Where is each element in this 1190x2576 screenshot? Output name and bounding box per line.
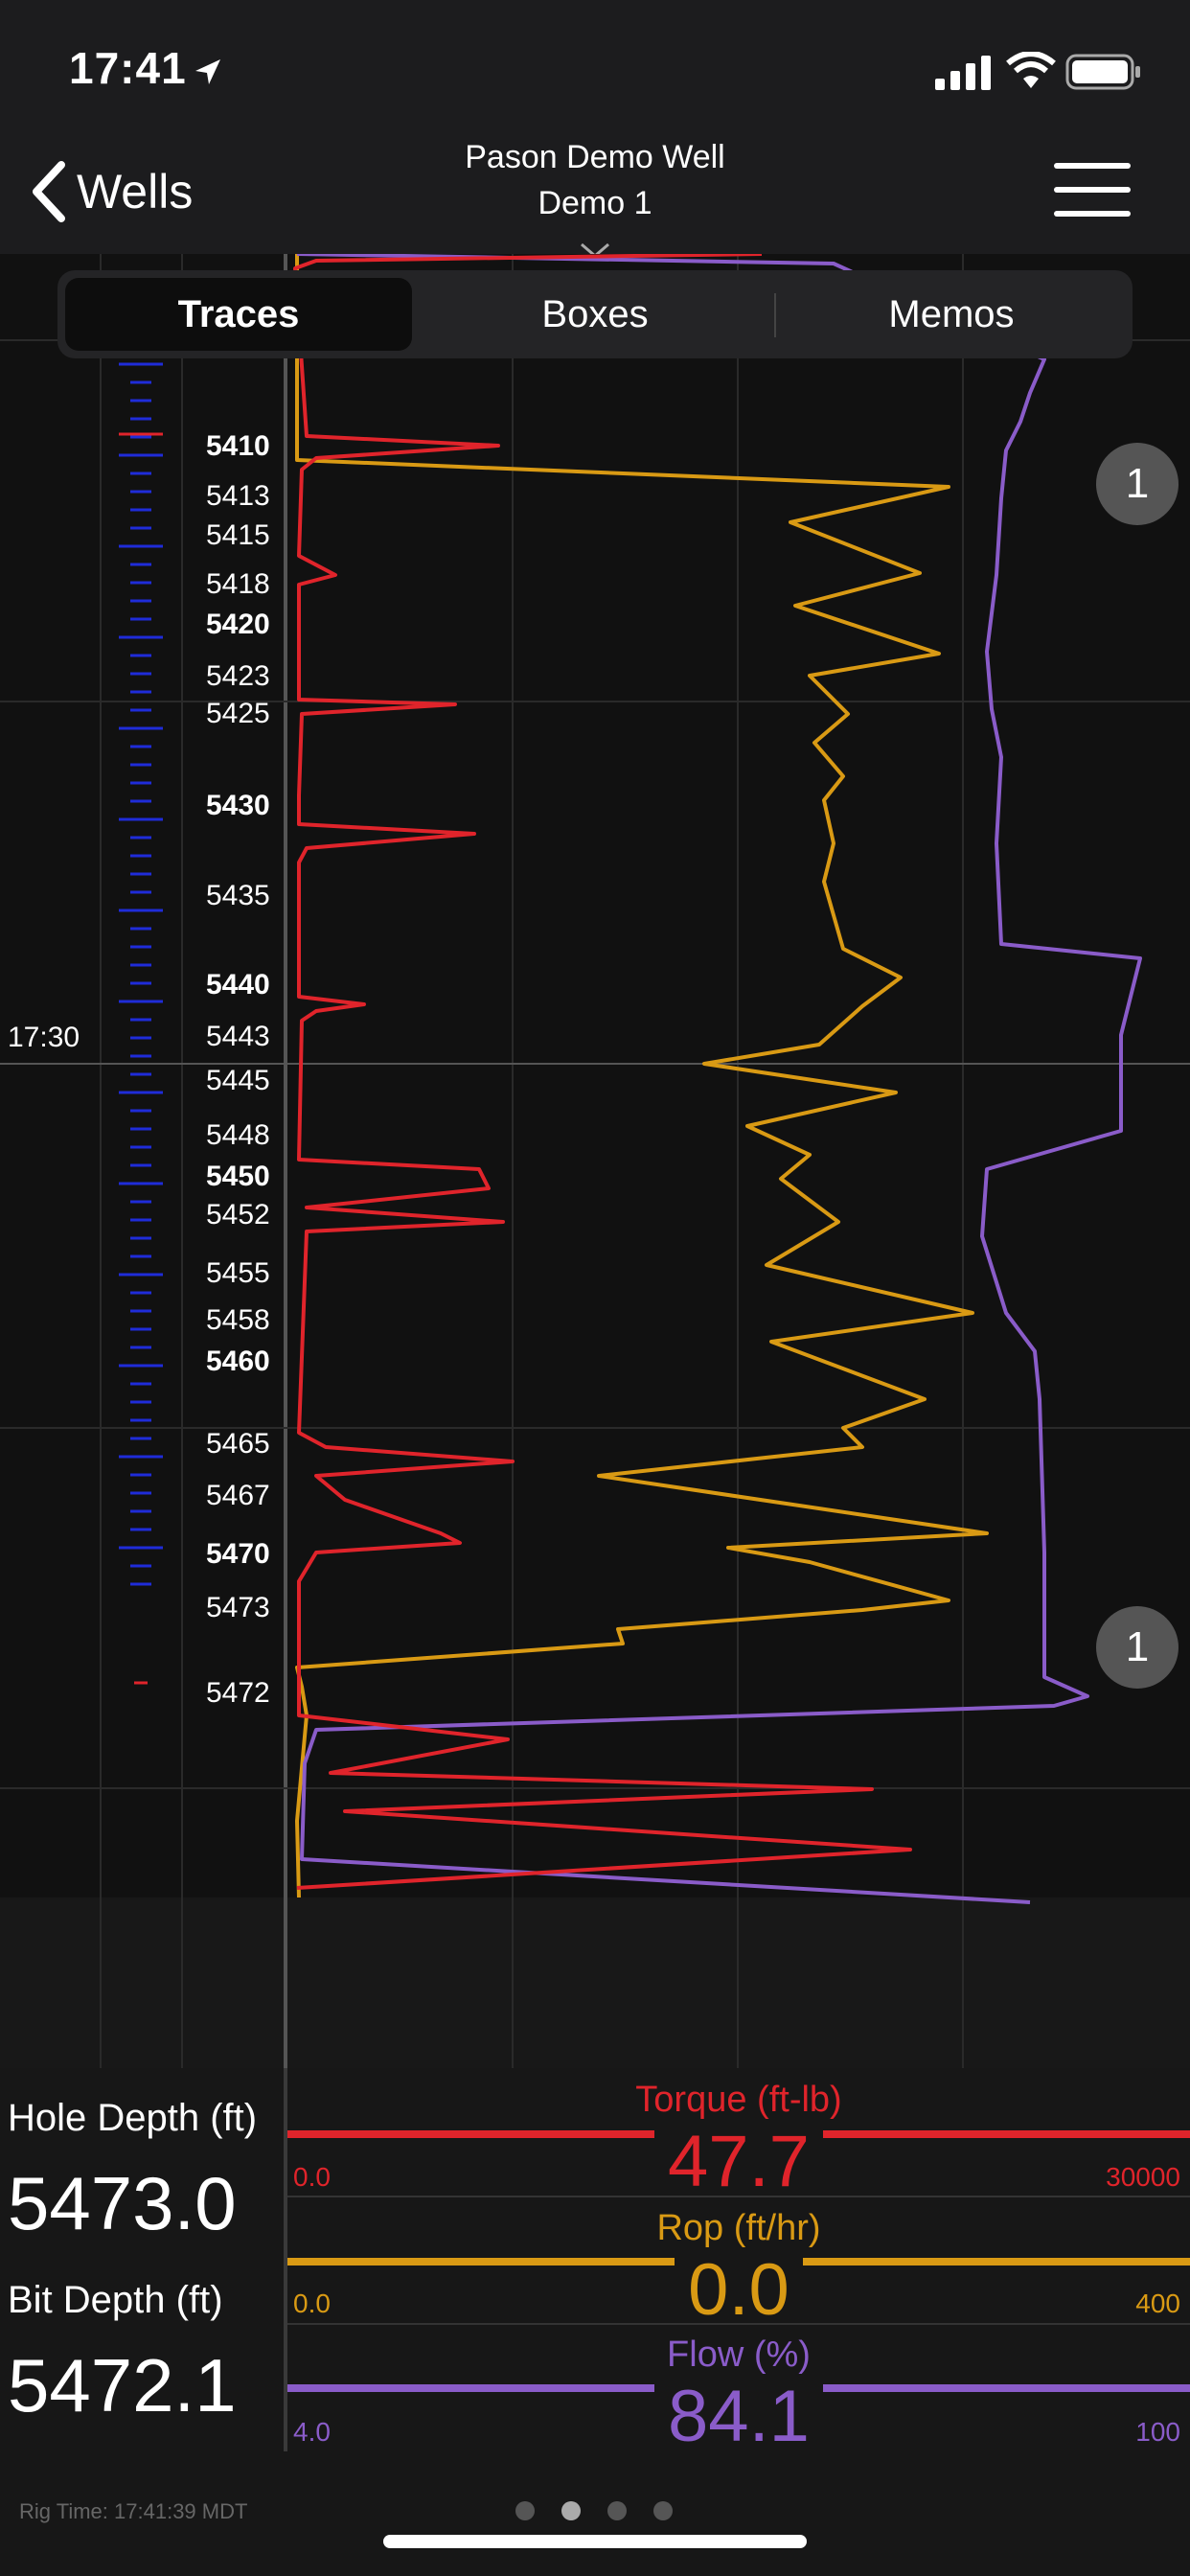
depth-label: 5420 <box>206 609 270 640</box>
well-name: Pason Demo Well <box>465 139 725 175</box>
depth-label: 5455 <box>206 1257 270 1289</box>
tab-divider <box>774 293 776 337</box>
torque-max: 30000 <box>1106 2162 1180 2192</box>
depth-label: 5423 <box>206 660 270 692</box>
rop-max: 400 <box>1135 2288 1180 2318</box>
chevron-left-icon <box>33 161 65 222</box>
depth-label: 5435 <box>206 880 270 911</box>
depth-label: 5445 <box>206 1065 270 1096</box>
tab-memos[interactable]: Memos <box>778 278 1125 351</box>
depth-label: 5440 <box>206 969 270 1000</box>
depth-label: 5470 <box>206 1538 270 1570</box>
home-indicator[interactable] <box>383 2535 807 2548</box>
view-tabs: Traces Boxes Memos <box>57 270 1133 358</box>
torque-trace <box>293 252 912 1890</box>
gauge-separator <box>287 2323 1190 2325</box>
plot-empty-region <box>0 1898 1190 2070</box>
depth-label: 5448 <box>206 1119 270 1151</box>
depth-label: 5472 <box>206 1677 270 1709</box>
back-label: Wells <box>77 165 194 218</box>
flow-title: Flow (%) <box>287 2334 1190 2376</box>
page-dot[interactable] <box>515 2501 535 2520</box>
depth-label: 5443 <box>206 1021 270 1052</box>
hole-depth-value: 5473.0 <box>8 2161 237 2245</box>
hole-depth-label: Hole Depth (ft) <box>8 2097 258 2139</box>
depth-label: 5467 <box>206 1480 270 1511</box>
tab-boxes[interactable]: Boxes <box>422 278 768 351</box>
depth-label: 5413 <box>206 480 270 512</box>
status-time: 17:41 <box>69 43 187 93</box>
depth-label: 5460 <box>206 1346 270 1377</box>
rop-trace <box>295 254 989 1898</box>
time-marker-label: 17:30 <box>8 1022 80 1053</box>
back-button[interactable]: Wells <box>29 153 193 230</box>
traces-chart: 5410 5413 5415 5418 5420 5423 5425 5430 5435 5440… <box>0 252 1190 2070</box>
depth-label: 5452 <box>206 1199 270 1230</box>
page-dot-active[interactable] <box>561 2501 581 2520</box>
flow-min: 4.0 <box>293 2417 331 2447</box>
location-arrow-icon <box>195 59 220 84</box>
menu-line-icon <box>1054 163 1131 169</box>
rig-time: Rig Time: 17:41:39 MDT <box>19 2499 248 2523</box>
torque-title: Torque (ft-lb) <box>287 2080 1190 2121</box>
rop-min: 0.0 <box>293 2288 331 2318</box>
flow-value-text: 84.1 <box>654 2376 823 2457</box>
memo-badge[interactable]: 1 <box>1096 1606 1179 1689</box>
depth-label: 5425 <box>206 698 270 729</box>
hamburger-menu-button[interactable] <box>1054 163 1131 217</box>
depth-label: 5410 <box>206 430 270 462</box>
battery-icon <box>1065 54 1140 90</box>
wifi-icon <box>1006 52 1056 88</box>
bit-depth-value: 5472.1 <box>8 2343 237 2427</box>
flow-max: 100 <box>1135 2417 1180 2447</box>
depth-label: 5415 <box>206 519 270 551</box>
page-dot[interactable] <box>653 2501 673 2520</box>
flow-title-text: Flow (%) <box>653 2334 824 2375</box>
flow-trace <box>296 252 1142 1904</box>
rop-title: Rop (ft/hr) <box>287 2208 1190 2249</box>
cellular-signal-icon <box>935 56 991 90</box>
menu-line-icon <box>1054 211 1131 217</box>
flow-value: 84.1 <box>287 2375 1190 2458</box>
rop-value: 0.0 <box>287 2248 1190 2332</box>
traces-plot[interactable]: 5410 5413 5415 5418 5420 5423 5425 5430 5435 5440… <box>0 252 1190 2070</box>
torque-value-text: 47.7 <box>654 2121 823 2202</box>
torque-title-text: Torque (ft-lb) <box>622 2080 856 2120</box>
menu-line-icon <box>1054 187 1131 193</box>
depth-label: 5418 <box>206 568 270 600</box>
well-selector[interactable]: Pason Demo Well Demo 1 <box>364 134 826 272</box>
depth-label: 5465 <box>206 1428 270 1460</box>
depth-label: 5450 <box>206 1161 270 1192</box>
depth-label: 5458 <box>206 1304 270 1336</box>
well-subtitle: Demo 1 <box>538 185 652 221</box>
gauge-separator <box>287 2196 1190 2197</box>
torque-min: 0.0 <box>293 2162 331 2192</box>
bit-depth-label: Bit Depth (ft) <box>8 2279 223 2321</box>
depth-label: 5473 <box>206 1592 270 1623</box>
rop-title-text: Rop (ft/hr) <box>643 2208 835 2248</box>
rop-value-text: 0.0 <box>675 2249 803 2331</box>
page-dot[interactable] <box>607 2501 627 2520</box>
torque-value: 47.7 <box>287 2120 1190 2203</box>
tab-traces[interactable]: Traces <box>65 278 412 351</box>
depth-label: 5430 <box>206 790 270 821</box>
memo-badge[interactable]: 1 <box>1096 443 1179 525</box>
